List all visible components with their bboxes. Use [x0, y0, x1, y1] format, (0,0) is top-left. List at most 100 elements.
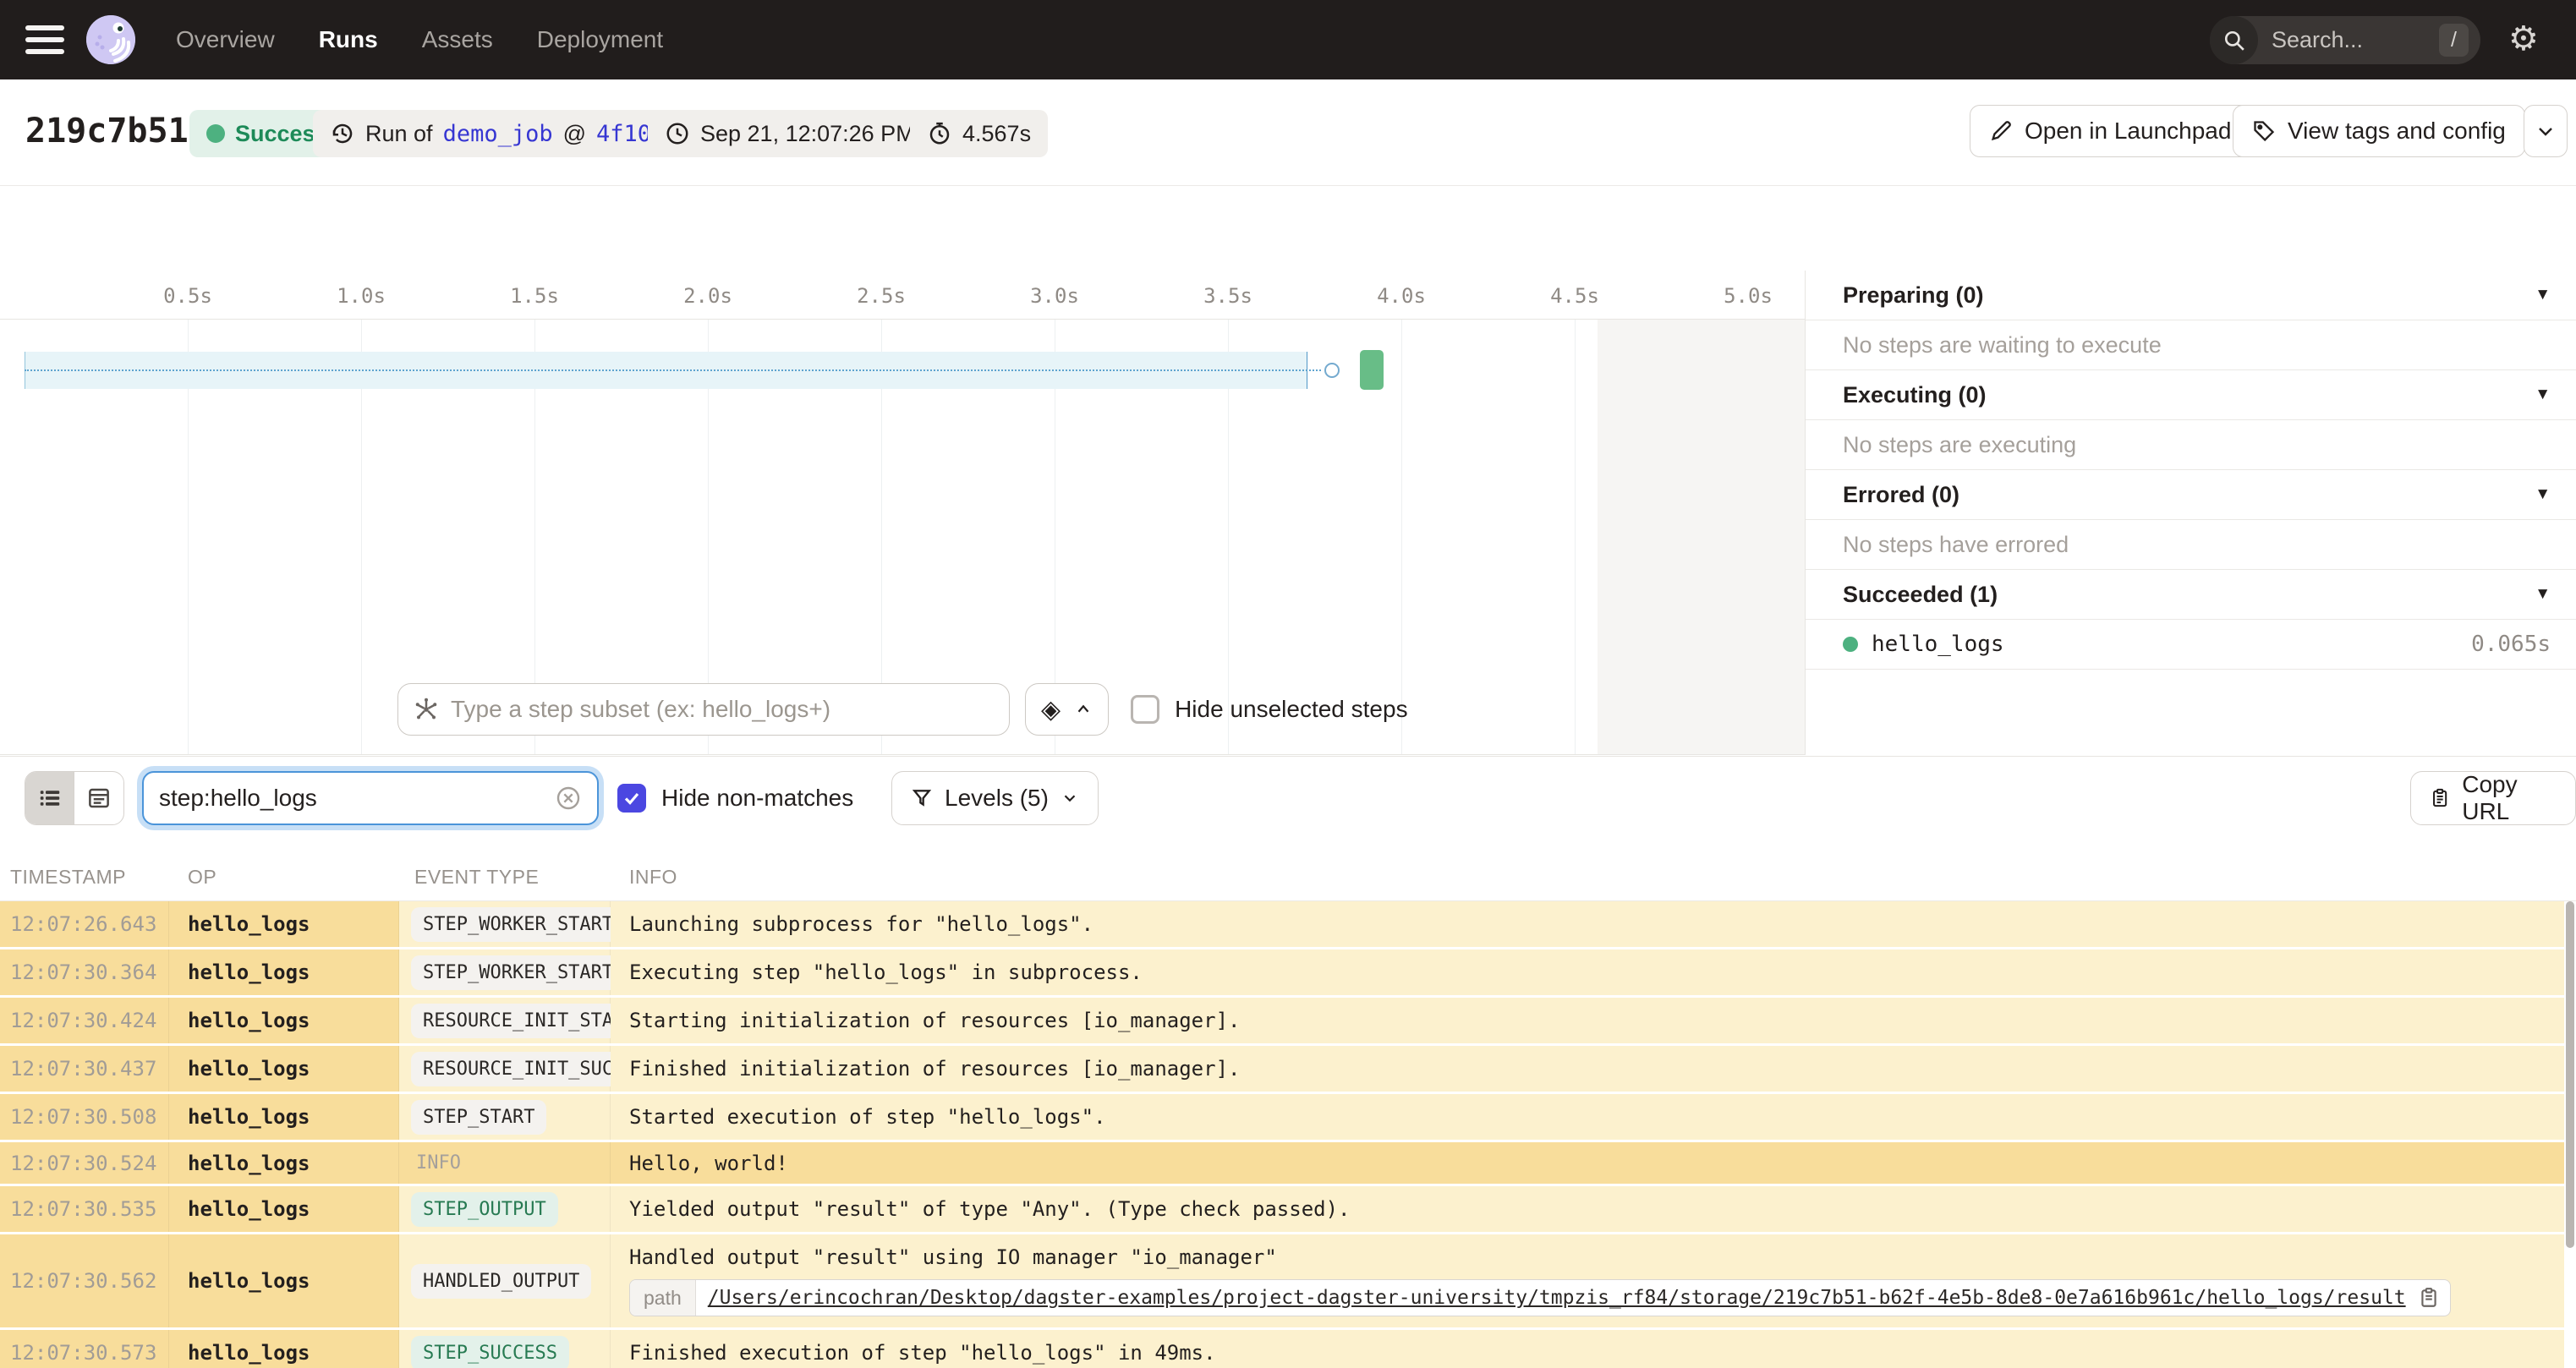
log-timestamp[interactable]: 12:07:30.524 [0, 1142, 169, 1184]
log-op-name: hello_logs [169, 1142, 399, 1184]
log-row[interactable]: 12:07:30.508 hello_logs STEP_START Started … [0, 1094, 2564, 1142]
nav-item-assets[interactable]: Assets [422, 26, 493, 53]
section-title: Succeeded (1) [1843, 581, 1998, 607]
view-tags-config-button[interactable]: View tags and config [2233, 105, 2525, 157]
op-selector-icon [415, 698, 437, 720]
graph-query-toggle-button[interactable]: ◈ [1025, 683, 1110, 736]
attachment-path-link[interactable]: /Users/erincochran/Desktop/dagster-examp… [696, 1287, 2418, 1309]
table-view-button[interactable] [25, 772, 74, 824]
run-header: 219c7b51 Success Run of demo_job @ 4f105… [0, 79, 2576, 186]
section-title: Errored (0) [1843, 481, 1960, 507]
panel-section-header-2[interactable]: Errored (0) ▼ [1806, 470, 2576, 520]
copy-path-icon[interactable] [2418, 1287, 2450, 1309]
log-op-name: hello_logs [169, 1046, 399, 1092]
log-timestamp[interactable]: 12:07:26.643 [0, 901, 169, 947]
job-link[interactable]: demo_job [443, 121, 553, 147]
panel-section-header-1[interactable]: Executing (0) ▼ [1806, 370, 2576, 420]
hamburger-menu-icon[interactable] [25, 25, 64, 54]
log-event-type-cell: INFO [399, 1142, 611, 1184]
section-collapse-caret-icon[interactable]: ▼ [2535, 485, 2551, 504]
clear-filter-icon[interactable] [555, 785, 582, 812]
event-type-badge: STEP_START [411, 1099, 547, 1135]
status-dot-icon [206, 124, 225, 143]
hide-unselected-checkbox[interactable] [1131, 695, 1160, 724]
axis-tick-label: 3.0s [1030, 284, 1079, 308]
raw-view-button[interactable] [74, 772, 123, 824]
section-collapse-caret-icon[interactable]: ▼ [2535, 286, 2551, 304]
section-title: Executing (0) [1843, 381, 1987, 408]
panel-section-header-0[interactable]: Preparing (0) ▼ [1806, 271, 2576, 320]
log-info-text: Handled output "result" using IO manager… [629, 1245, 1277, 1269]
panel-step-row[interactable]: hello_logs 0.065s [1806, 620, 2576, 670]
section-title: Preparing (0) [1843, 282, 1984, 308]
axis-tick-label: 1.0s [337, 284, 386, 308]
step-marker-circle[interactable] [1324, 363, 1340, 378]
log-timestamp[interactable]: 12:07:30.535 [0, 1186, 169, 1232]
settings-gear-icon[interactable]: ⚙ [2508, 22, 2539, 56]
log-row[interactable]: 12:07:30.562 hello_logs HANDLED_OUTPUT Hand… [0, 1234, 2564, 1330]
step-bar-hello-logs[interactable] [1359, 350, 1384, 390]
hide-non-matches-checkbox[interactable] [617, 784, 646, 813]
log-event-type-cell: STEP_START [399, 1094, 611, 1140]
log-info-text: Yielded output "result" of type "Any". (… [629, 1197, 1351, 1221]
log-filter-value: step:hello_logs [159, 785, 317, 811]
event-type-badge: HANDLED_OUTPUT [411, 1263, 592, 1299]
chevron-down-icon [1064, 795, 1076, 802]
layers-icon: ◈ [1041, 695, 1061, 724]
copy-url-button[interactable]: Copy URL [2410, 771, 2576, 825]
clipboard-icon [2433, 788, 2447, 807]
log-info-cell: Yielded output "result" of type "Any". (… [611, 1186, 2564, 1232]
log-scrollbar[interactable] [2566, 901, 2574, 1248]
log-info-text: Finished initialization of resources [io… [629, 1057, 1241, 1081]
log-row[interactable]: 12:07:30.535 hello_logs STEP_OUTPUT Yielded… [0, 1186, 2564, 1234]
log-toolbar: step:hello_logs Hide non-matches Levels … [0, 756, 2576, 854]
log-event-type-cell: STEP_WORKER_STARTED [399, 949, 648, 995]
log-row[interactable]: 12:07:30.364 hello_logs STEP_WORKER_STARTE… [0, 949, 2564, 998]
panel-section-header-3[interactable]: Succeeded (1) ▼ [1806, 570, 2576, 620]
log-timestamp[interactable]: 12:07:30.424 [0, 998, 169, 1043]
gantt-time-axis: 0.5s 1.0s 1.5s 2.0s 2.5s 3.0s 3.5s 4.0s 4.5s 5.0s [0, 271, 1805, 320]
log-row[interactable]: 12:07:30.424 hello_logs RESOURCE_INIT_STAR… [0, 998, 2564, 1046]
stopwatch-icon [929, 122, 950, 145]
log-info-cell: Starting initialization of resources [io… [611, 998, 2564, 1043]
section-collapse-caret-icon[interactable]: ▼ [2535, 585, 2551, 604]
output-path-attachment: path/Users/erincochran/Desktop/dagster-e… [629, 1279, 2451, 1316]
tag-icon [2254, 121, 2275, 142]
step-subset-input[interactable]: Type a step subset (ex: hello_logs+) [397, 683, 1010, 736]
open-in-launchpad-button[interactable]: Open in Launchpad [1970, 105, 2251, 157]
log-timestamp[interactable]: 12:07:30.562 [0, 1234, 169, 1327]
log-row[interactable]: 12:07:30.573 hello_logs STEP_SUCCESS Finish… [0, 1330, 2564, 1368]
search-input[interactable]: Search... / [2210, 16, 2480, 64]
dagster-logo[interactable] [86, 15, 135, 64]
after-run-region [1598, 320, 1805, 754]
axis-tick-label: 0.5s [163, 284, 212, 308]
levels-filter-button[interactable]: Levels (5) [891, 771, 1099, 825]
log-event-type-cell: STEP_WORKER_STARTI… [399, 901, 648, 947]
header-more-button[interactable] [2524, 105, 2568, 157]
log-timestamp[interactable]: 12:07:30.508 [0, 1094, 169, 1140]
log-info-text: Executing step "hello_logs" in subproces… [629, 960, 1143, 984]
log-timestamp[interactable]: 12:07:30.437 [0, 1046, 169, 1092]
log-row[interactable]: 12:07:30.524 hello_logs INFO Hello, world! [0, 1142, 2564, 1186]
log-timestamp[interactable]: 12:07:30.573 [0, 1330, 169, 1368]
log-info-text: Finished execution of step "hello_logs" … [629, 1341, 1216, 1365]
col-timestamp: TIMESTAMP [10, 866, 126, 888]
top-nav: Overview Runs Assets Deployment Search... /… [0, 0, 2576, 79]
log-info-cell: Executing step "hello_logs" in subproces… [611, 949, 2564, 995]
nav-item-runs[interactable]: Runs [319, 26, 378, 53]
log-row[interactable]: 12:07:26.643 hello_logs STEP_WORKER_STARTI… [0, 901, 2564, 949]
log-row[interactable]: 12:07:30.437 hello_logs RESOURCE_INIT_SUCC… [0, 1046, 2564, 1094]
nav-item-deployment[interactable]: Deployment [537, 26, 663, 53]
log-filter-input[interactable]: step:hello_logs [142, 771, 599, 825]
check-icon [624, 792, 639, 805]
log-op-name: hello_logs [169, 1186, 399, 1232]
funnel-icon [912, 790, 932, 807]
log-timestamp[interactable]: 12:07:30.364 [0, 949, 169, 995]
step-waiting-dotted-line [25, 369, 1322, 371]
nav-item-overview[interactable]: Overview [176, 26, 275, 53]
attachment-label: path [630, 1280, 696, 1316]
section-collapse-caret-icon[interactable]: ▼ [2535, 386, 2551, 404]
col-op: OP [188, 866, 217, 888]
log-table: TIMESTAMP OP EVENT TYPE INFO 12:07:26.64… [0, 854, 2576, 1368]
log-op-name: hello_logs [169, 1330, 399, 1368]
